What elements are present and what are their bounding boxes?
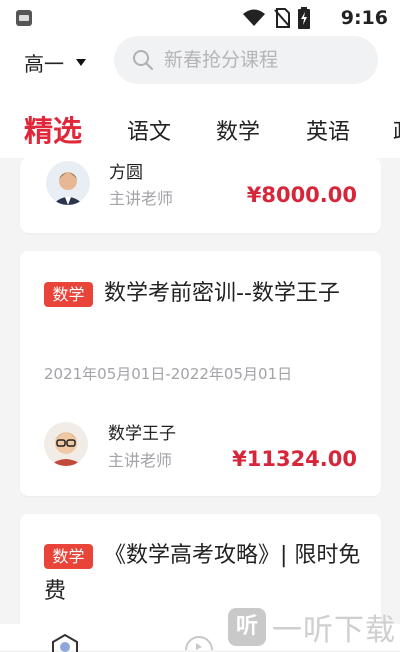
tab-politics[interactable]: 政 (393, 114, 400, 146)
course-card[interactable]: 数学 数学考前密训--数学王子 2021年05月01日-2022年05月01日 … (20, 251, 381, 496)
home-nav-icon[interactable] (50, 634, 80, 652)
app-icon (16, 10, 32, 26)
search-input[interactable] (162, 48, 366, 72)
course-title: 数学考前密训--数学王子 (104, 281, 340, 306)
course-title: 《数学高考攻略》| 限时免费 (44, 543, 361, 604)
search-bar[interactable] (114, 36, 378, 84)
wifi-icon (243, 9, 265, 26)
course-card[interactable]: 方圆 主讲老师 ¥8000.00 (20, 158, 381, 233)
no-sim-icon (274, 8, 290, 28)
teacher-name: 数学王子 (108, 424, 176, 444)
course-price: ¥11324.00 (232, 447, 357, 471)
grade-selector[interactable]: 高一 (24, 48, 86, 76)
teacher-avatar (44, 422, 88, 466)
header-area: 9:16 高一 精选 语文 数学 英语 政 (0, 0, 400, 158)
search-icon (133, 50, 153, 70)
tab-featured[interactable]: 精选 (24, 108, 82, 150)
teacher-avatar (46, 161, 90, 205)
watermark-text: 一听下载 (272, 613, 396, 648)
grade-label: 高一 (24, 51, 64, 76)
course-price: ¥8000.00 (246, 183, 357, 207)
subject-tabs: 精选 语文 数学 英语 政 (0, 106, 400, 154)
play-nav-icon[interactable] (184, 636, 214, 650)
teacher-role: 主讲老师 (108, 451, 173, 470)
teacher-role: 主讲老师 (109, 189, 174, 208)
tab-math[interactable]: 数学 (216, 114, 260, 146)
caret-down-icon (76, 58, 86, 66)
clock: 9:16 (340, 7, 388, 29)
battery-charging-icon (298, 7, 310, 29)
course-dates: 2021年05月01日-2022年05月01日 (44, 365, 293, 383)
watermark: 听 一听下载 (228, 604, 396, 650)
watermark-logo: 听 (228, 608, 266, 646)
tab-chinese[interactable]: 语文 (127, 114, 171, 146)
status-bar: 9:16 (0, 0, 400, 36)
status-icons (242, 7, 310, 29)
tab-english[interactable]: 英语 (306, 114, 350, 146)
teacher-name: 方圆 (109, 163, 143, 183)
